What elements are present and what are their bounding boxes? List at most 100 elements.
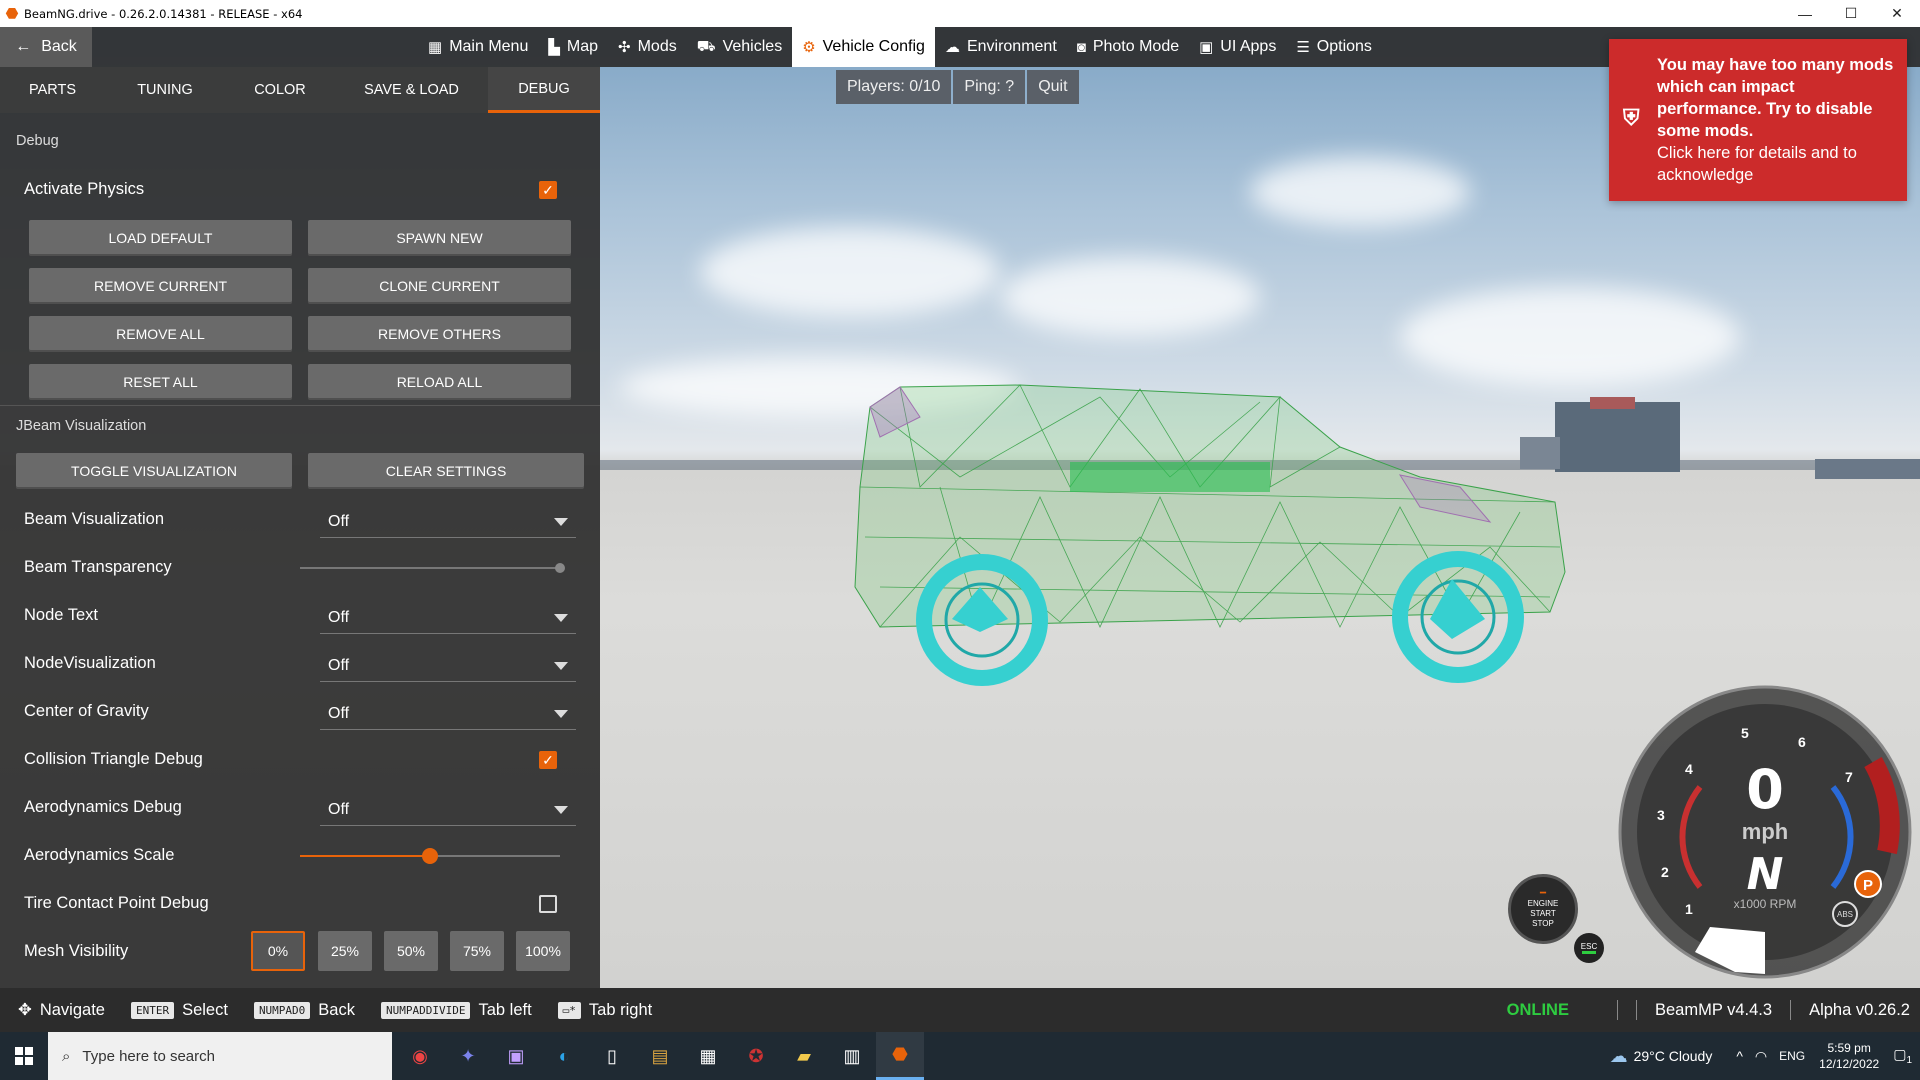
chevron-down-icon: [554, 518, 568, 526]
file-explorer-app[interactable]: ▰: [780, 1032, 828, 1080]
chevron-down-icon: [554, 614, 568, 622]
collision-triangle-debug-row[interactable]: Collision Triangle Debug: [24, 739, 576, 779]
stop-label: STOP: [1532, 919, 1554, 928]
search-placeholder: Type here to search: [82, 1047, 215, 1065]
chrome-app[interactable]: ◉: [396, 1032, 444, 1080]
hint-tab-right: ▭* Tab right: [557, 1001, 652, 1020]
quit-button[interactable]: Quit: [1027, 70, 1079, 104]
edge-app[interactable]: ◐: [540, 1032, 588, 1080]
beam-visualization-select[interactable]: Off: [320, 506, 576, 538]
clear-settings-button[interactable]: CLEAR SETTINGS: [308, 453, 584, 489]
vehicle-wireframe[interactable]: [840, 357, 1580, 697]
gear-indicator: N: [1747, 849, 1784, 900]
load-default-button[interactable]: LOAD DEFAULT: [29, 220, 292, 256]
notification-icon[interactable]: ▢1: [1893, 1046, 1912, 1066]
tire-contact-point-debug-row[interactable]: Tire Contact Point Debug: [24, 883, 576, 923]
activate-physics-label: Activate Physics: [24, 179, 145, 198]
nav-map[interactable]: ▙ Map: [538, 27, 608, 67]
rpm-tick-5: 5: [1741, 725, 1749, 741]
start-label: START: [1530, 909, 1556, 918]
tab-parts[interactable]: PARTS: [0, 67, 105, 113]
system-tray: ☁ 29°C Cloudy ^ ◠ ENG 5:59 pm 12/12/2022…: [1610, 1032, 1920, 1080]
hint-back: NUMPAD0 Back: [253, 1000, 355, 1020]
main-menu-icon: ▦: [428, 39, 443, 56]
nav-photo-mode[interactable]: ◙ Photo Mode: [1067, 27, 1189, 67]
clone-current-button[interactable]: CLONE CURRENT: [308, 268, 571, 304]
tab-debug[interactable]: DEBUG: [488, 67, 600, 113]
speedometer-gauge: 1 2 3 4 5 6 7 0 mph N x1000 RPM P ABS: [1618, 685, 1912, 979]
remove-current-button[interactable]: REMOVE CURRENT: [29, 268, 292, 304]
hint-label: Back: [318, 1000, 355, 1019]
mesh-visibility-75[interactable]: 75%: [450, 931, 504, 971]
multiplayer-bar: Players: 0/10 Ping: ? Quit: [836, 70, 1081, 104]
activate-physics-row[interactable]: Activate Physics: [24, 169, 576, 209]
puzzle-icon: ✣: [618, 39, 631, 56]
taskbar-search[interactable]: ⌕ Type here to search: [48, 1032, 392, 1080]
nav-vehicle-config[interactable]: ⚙ Vehicle Config: [792, 27, 935, 67]
node-visualization-select[interactable]: Off: [320, 650, 576, 682]
mesh-visibility-100[interactable]: 100%: [516, 931, 570, 971]
language-indicator[interactable]: ENG: [1779, 1049, 1805, 1063]
center-of-gravity-select[interactable]: Off: [320, 698, 576, 730]
tab-tuning[interactable]: TUNING: [105, 67, 225, 113]
window-title: BeamNG.drive - 0.26.2.0.14381 - RELEASE …: [24, 6, 303, 21]
nav-environment[interactable]: ☁ Environment: [935, 27, 1067, 67]
spawn-new-button[interactable]: SPAWN NEW: [308, 220, 571, 256]
mods-warning-notification[interactable]: ⛨ You may have too many mods which can i…: [1609, 39, 1907, 201]
nav-vehicles[interactable]: ⛟ Vehicles: [687, 27, 792, 67]
wifi-icon[interactable]: ◠: [1755, 1048, 1767, 1065]
tab-color[interactable]: COLOR: [225, 67, 335, 113]
reload-all-button[interactable]: RELOAD ALL: [308, 364, 571, 400]
slider-handle[interactable]: [555, 563, 565, 573]
mesh-visibility-25[interactable]: 25%: [318, 931, 372, 971]
status-area: ONLINE BeamMP v4.4.3 Alpha v0.26.2: [1507, 988, 1920, 1032]
nav-mods[interactable]: ✣ Mods: [608, 27, 687, 67]
back-button[interactable]: ← Back: [0, 27, 92, 67]
players-count: Players: 0/10: [836, 70, 952, 104]
maximize-button[interactable]: ☐: [1828, 0, 1874, 27]
chevron-down-icon: [554, 806, 568, 814]
aerodynamics-debug-select[interactable]: Off: [320, 794, 576, 826]
sliders-icon: ☰: [1296, 39, 1310, 56]
toggle-visualization-button[interactable]: TOGGLE VISUALIZATION: [16, 453, 292, 489]
chevron-up-icon[interactable]: ^: [1736, 1048, 1743, 1064]
mesh-visibility-50[interactable]: 50%: [384, 931, 438, 971]
weather-text[interactable]: 29°C Cloudy: [1634, 1048, 1713, 1064]
tire-contact-point-debug-checkbox[interactable]: [539, 895, 557, 913]
tab-save-load[interactable]: SAVE & LOAD: [335, 67, 488, 113]
rpm-tick-1: 1: [1685, 901, 1693, 917]
rpm-tick-2: 2: [1661, 864, 1669, 880]
close-button[interactable]: ✕: [1874, 0, 1920, 27]
game-app-4[interactable]: ▥: [828, 1032, 876, 1080]
node-text-select[interactable]: Off: [320, 602, 576, 634]
dpad-icon: ✥: [18, 1001, 32, 1019]
remove-others-button[interactable]: REMOVE OTHERS: [308, 316, 571, 352]
start-button[interactable]: [0, 1032, 48, 1080]
game-app-2[interactable]: ▦: [684, 1032, 732, 1080]
aerodynamics-scale-slider[interactable]: [300, 848, 560, 864]
config-tabs: PARTS TUNING COLOR SAVE & LOAD DEBUG: [0, 67, 600, 113]
select-value: Off: [328, 656, 350, 674]
reset-all-button[interactable]: RESET ALL: [29, 364, 292, 400]
game-app-1[interactable]: ▤: [636, 1032, 684, 1080]
game-app-3[interactable]: ✪: [732, 1032, 780, 1080]
notepad-app[interactable]: ▯: [588, 1032, 636, 1080]
slider-handle[interactable]: [422, 848, 438, 864]
teams-app[interactable]: ✦: [444, 1032, 492, 1080]
activate-physics-checkbox[interactable]: ✓: [539, 181, 557, 199]
nav-ui-apps[interactable]: ▣ UI Apps: [1189, 27, 1286, 67]
minimize-button[interactable]: —: [1782, 0, 1828, 27]
beamng-app[interactable]: ⬣: [876, 1032, 924, 1080]
remove-all-button[interactable]: REMOVE ALL: [29, 316, 292, 352]
mesh-visibility-0[interactable]: 0%: [251, 931, 305, 971]
premiere-app[interactable]: ▣: [492, 1032, 540, 1080]
nav-label: Vehicle Config: [822, 38, 925, 55]
beam-transparency-slider[interactable]: [300, 563, 565, 573]
engine-start-stop-button[interactable]: ━ ENGINE START STOP: [1508, 874, 1578, 944]
nav-options[interactable]: ☰ Options: [1286, 27, 1382, 67]
clock[interactable]: 5:59 pm 12/12/2022: [1819, 1040, 1879, 1072]
esc-button[interactable]: ESC: [1574, 933, 1604, 963]
collision-triangle-debug-checkbox[interactable]: ✓: [539, 751, 557, 769]
rpm-tick-6: 6: [1798, 734, 1806, 750]
nav-main-menu[interactable]: ▦ Main Menu: [418, 27, 538, 67]
